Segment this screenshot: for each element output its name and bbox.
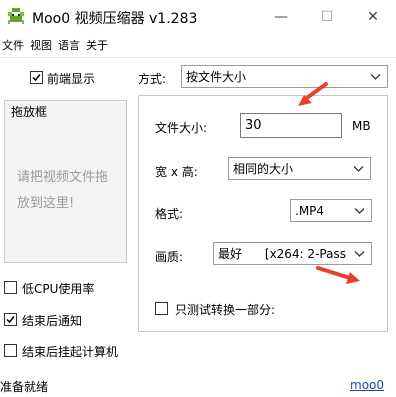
shutdown-after-checkbox[interactable] — [4, 344, 17, 357]
drop-zone[interactable]: 拖放框 请把视频文件拖 放到这里! — [4, 100, 127, 263]
file-size-input[interactable]: 30 — [240, 113, 342, 138]
format-select[interactable]: .MP4 — [290, 199, 372, 222]
method-select[interactable]: 按文件大小 — [181, 65, 388, 88]
menu-file[interactable]: 文件 — [0, 37, 28, 55]
drop-zone-hint: 请把视频文件拖 放到这里! — [17, 170, 109, 211]
file-size-unit: MB — [352, 119, 371, 133]
menu-about[interactable]: 关于 — [84, 37, 112, 55]
minimize-button[interactable]: — — [258, 0, 304, 34]
low-cpu-option[interactable]: 低CPU使用率 — [4, 280, 128, 296]
dimensions-label: 宽 x 高: — [155, 165, 198, 179]
chevron-down-icon — [354, 207, 365, 214]
menu-bar: 文件 视图 语言 关于 — [0, 37, 112, 55]
chevron-down-icon — [370, 73, 381, 80]
low-cpu-checkbox[interactable] — [4, 281, 17, 294]
dimensions-value: 相同的大小 — [233, 162, 294, 176]
notify-done-label: 结束后通知 — [22, 314, 83, 328]
menu-language[interactable]: 语言 — [56, 37, 84, 55]
quality-value: 最好 [x264: 2-Pass — [218, 247, 346, 261]
notify-done-checkbox[interactable] — [4, 313, 17, 326]
app-logo-icon — [6, 6, 26, 26]
topmost-checkbox[interactable] — [30, 71, 43, 84]
menu-view[interactable]: 视图 — [28, 37, 56, 55]
file-size-label: 文件大小: — [155, 121, 208, 135]
chevron-down-icon — [353, 165, 364, 172]
dimensions-select[interactable]: 相同的大小 — [228, 157, 371, 180]
window-title: Moo0 视频压缩器 v1.283 — [32, 11, 198, 27]
shutdown-after-option[interactable]: 结束后挂起计算机 — [4, 343, 128, 359]
method-value: 按文件大小 — [186, 70, 247, 84]
notify-done-option[interactable]: 结束后通知 — [4, 312, 128, 328]
chevron-down-icon — [354, 250, 365, 257]
status-bar: 准备就绪 moo0 — [0, 373, 396, 397]
checkmark-icon — [32, 74, 41, 82]
low-cpu-label: 低CPU使用率 — [22, 282, 95, 296]
close-button[interactable]: ✕ — [350, 0, 396, 34]
drop-zone-title: 拖放框 — [11, 105, 48, 119]
topmost-option[interactable]: 前端显示 — [30, 70, 130, 86]
quality-label: 画质: — [155, 250, 184, 264]
moo0-link[interactable]: moo0 — [350, 378, 384, 392]
shutdown-after-label: 结束后挂起计算机 — [22, 345, 119, 359]
annotation-arrow-icon — [316, 266, 360, 284]
topmost-label: 前端显示 — [47, 72, 96, 86]
method-label: 方式: — [138, 72, 167, 86]
test-part-checkbox[interactable] — [155, 302, 168, 315]
title-bar: Moo0 视频压缩器 v1.283 — ☐ ✕ — [0, 0, 396, 34]
status-text: 准备就绪 — [0, 380, 49, 394]
format-value: .MP4 — [295, 203, 325, 218]
menu-divider — [0, 57, 396, 58]
annotation-arrow-icon — [298, 82, 328, 106]
checkmark-icon — [6, 316, 15, 324]
test-part-option[interactable]: 只测试转换一部分: — [155, 301, 315, 317]
format-label: 格式: — [155, 207, 184, 221]
maximize-button[interactable]: ☐ — [304, 0, 350, 34]
test-part-label: 只测试转换一部分: — [175, 303, 276, 317]
